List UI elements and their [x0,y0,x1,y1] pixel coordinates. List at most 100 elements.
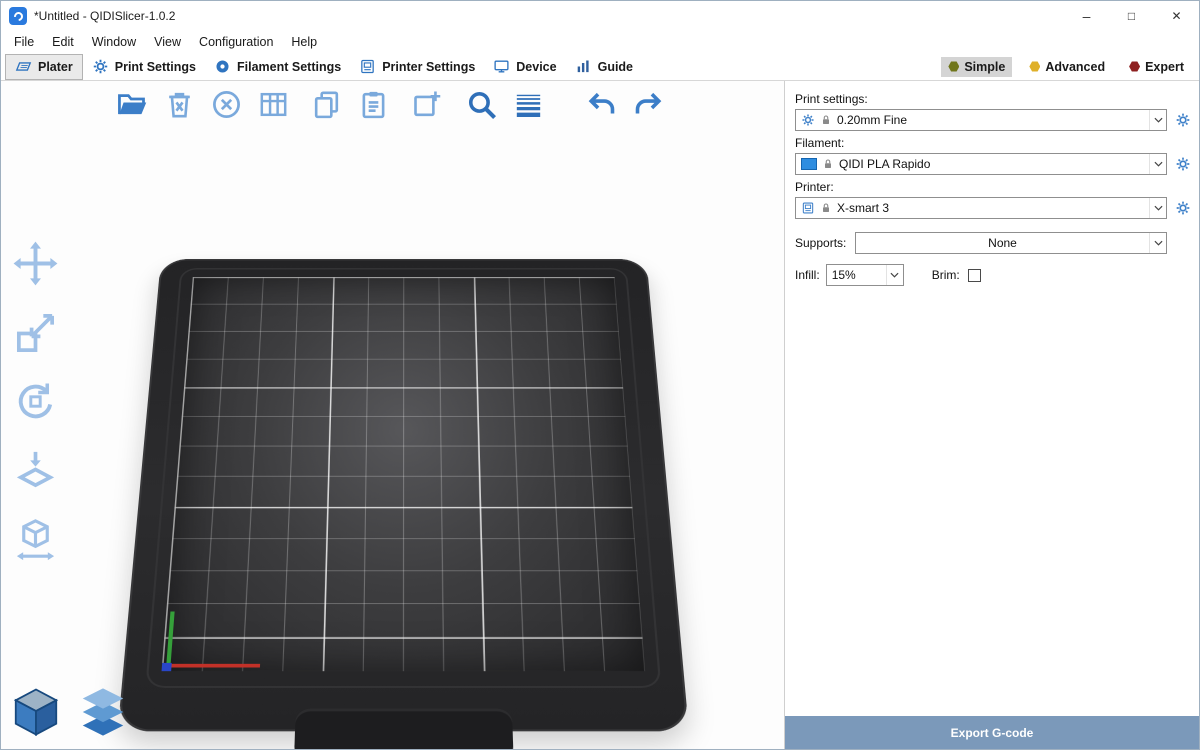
3d-editor-view-button[interactable] [9,685,63,744]
delete-all-button[interactable] [207,85,245,123]
toolbar-left [7,237,63,565]
dropdown-arrow [1149,110,1166,130]
lock-icon [822,158,834,170]
gear-icon [92,58,109,75]
origin-indicator [162,663,172,671]
search-icon [465,88,498,121]
mode-simple[interactable]: Simple [941,57,1012,77]
menu-edit[interactable]: Edit [43,31,83,53]
brim-label: Brim: [932,268,960,282]
x-axis-indicator [166,664,260,668]
infill-select[interactable]: 15% [826,264,904,286]
print-settings-label: Print settings: [795,92,1191,106]
supports-value: None [861,236,1144,250]
printer-icon [359,58,376,75]
paste-icon [357,88,390,121]
filament-select[interactable]: QIDI PLA Rapido [795,153,1167,175]
delete-button[interactable] [160,85,198,123]
tab-print-settings[interactable]: Print Settings [83,54,205,80]
paste-button[interactable] [354,85,392,123]
search-button[interactable] [462,85,500,123]
scale-tool-button[interactable] [7,306,63,358]
layer-height-icon [512,88,545,121]
tab-printer-settings[interactable]: Printer Settings [350,54,484,80]
bed-handle [293,709,513,749]
redo-button[interactable] [629,85,667,123]
maximize-button[interactable]: □ [1109,1,1154,31]
mode-simple-label: Simple [964,60,1005,74]
tab-filament-settings[interactable]: Filament Settings [205,54,350,80]
printer-icon [801,201,815,215]
simple-mode-dot-icon [948,61,959,72]
menu-window[interactable]: Window [83,31,145,53]
supports-select[interactable]: None [855,232,1167,254]
mode-switcher: Simple Advanced Expert [941,57,1199,77]
logo-swirl [12,10,25,23]
close-button[interactable]: ✕ [1154,1,1199,31]
arrange-button[interactable] [254,85,292,123]
guide-bars-icon [575,58,592,75]
copy-button[interactable] [307,85,345,123]
expert-mode-dot-icon [1129,61,1140,72]
tab-print-settings-label: Print Settings [115,60,196,74]
scale-icon [12,309,59,356]
open-folder-icon [116,88,149,121]
delete-all-icon [210,88,243,121]
tab-guide[interactable]: Guide [566,54,642,80]
menu-help[interactable]: Help [282,31,326,53]
open-project-button[interactable] [113,85,151,123]
tab-filament-settings-label: Filament Settings [237,60,341,74]
print-settings-gear-button[interactable] [1175,112,1191,128]
copy-icon [310,88,343,121]
toolbar-top [113,85,667,123]
printer-gear-button[interactable] [1175,200,1191,216]
tabbar: Plater Print Settings Filament Settings … [1,53,1199,81]
minimize-button[interactable]: – [1064,1,1109,31]
menu-view[interactable]: View [145,31,190,53]
mode-expert-label: Expert [1145,60,1184,74]
dropdown-arrow [1149,154,1166,174]
print-settings-select[interactable]: 0.20mm Fine [795,109,1167,131]
viewport-3d[interactable] [1,81,785,749]
brim-checkbox[interactable] [968,269,981,282]
tab-device[interactable]: Device [484,54,565,80]
chevron-down-icon [1154,117,1163,123]
mode-expert[interactable]: Expert [1122,57,1191,77]
lock-icon [820,202,832,214]
window-title: *Untitled - QIDISlicer-1.0.2 [34,9,175,23]
rotate-tool-button[interactable] [7,375,63,427]
menu-file[interactable]: File [5,31,43,53]
chevron-down-icon [1154,161,1163,167]
set-instances-button[interactable] [407,85,445,123]
mode-advanced[interactable]: Advanced [1022,57,1112,77]
tab-plater[interactable]: Plater [5,54,83,80]
print-bed-scene [96,176,716,749]
gear-icon [801,113,815,127]
bed-grid [162,277,646,671]
plater-icon [15,58,32,75]
layers-preview-button[interactable] [76,685,130,744]
chevron-down-icon [1154,240,1163,246]
export-gcode-button[interactable]: Export G-code [785,716,1199,749]
print-bed-plate [118,259,689,731]
place-on-face-icon [12,447,59,494]
filament-gear-button[interactable] [1175,156,1191,172]
app-logo-icon [9,7,27,25]
undo-icon [585,88,618,121]
variable-layer-height-button[interactable] [509,85,547,123]
window-controls: – □ ✕ [1064,1,1199,31]
undo-button[interactable] [582,85,620,123]
place-on-face-tool-button[interactable] [7,444,63,496]
filament-color-swatch [801,158,817,170]
trash-icon [163,88,196,121]
chevron-down-icon [890,272,899,278]
lock-icon [820,114,832,126]
menu-configuration[interactable]: Configuration [190,31,282,53]
measure-tool-button[interactable] [7,513,63,565]
printer-select[interactable]: X-smart 3 [795,197,1167,219]
measure-icon [12,516,59,563]
move-tool-button[interactable] [7,237,63,289]
dropdown-arrow [886,265,903,285]
printer-label: Printer: [795,180,1191,194]
y-axis-indicator [166,612,175,668]
